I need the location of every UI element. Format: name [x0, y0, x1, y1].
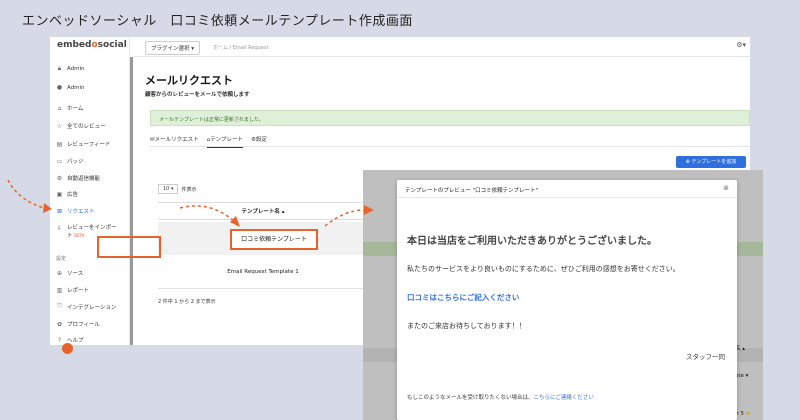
feed-icon: ▤: [56, 140, 63, 148]
email-paragraph: 私たちのサービスをより良いものにするために、ぜひご利用の感想をお寄せください。: [407, 265, 680, 273]
sidebar-item-admin-user[interactable]: ● Admin: [56, 84, 85, 91]
email-signature: スタッフ一同: [686, 353, 725, 361]
unsubscribe-text: もしこのようなメールを受け取りたくない場合は、こちらにご連絡ください: [407, 395, 594, 401]
help-icon: ?: [57, 336, 62, 344]
request-highlight-box: [97, 236, 161, 258]
report-icon: ▥: [56, 286, 63, 294]
top-bar: プラグイン選択 ▾ ホーム / Email Request ⚙▾: [133, 37, 750, 57]
star-icon: ★: [745, 411, 751, 417]
page-caption: エンベッドソーシャル 口コミ依頼メールテンプレート作成画面: [22, 14, 413, 29]
per-page-select[interactable]: 10 ▾: [158, 184, 179, 194]
success-alert: メールテンプレートは正常に更新されました。: [150, 110, 750, 126]
close-icon[interactable]: ⊗: [723, 184, 729, 192]
pagination-info: 2 件中 1 から 2 まで表示: [158, 299, 216, 305]
sidebar-item-ads[interactable]: ▣ 広告: [56, 190, 78, 199]
request-icon: ⊠: [56, 207, 63, 215]
badge-icon: ▭: [56, 157, 63, 165]
source-icon: ⊕: [56, 269, 63, 277]
plugin-select-button[interactable]: プラグイン選択 ▾: [145, 41, 201, 55]
ad-icon: ▣: [56, 190, 63, 198]
email-closing: またのご来店お待ちしております！！: [407, 322, 526, 330]
template-preview-modal: テンプレートのプレビュー "口コミ依頼テンプレート" ⊗ 本日は当店をご利用いた…: [397, 180, 737, 420]
orange-marker: [62, 343, 73, 354]
sidebar-item-home[interactable]: ⌂ ホーム: [56, 104, 84, 113]
modal-title: テンプレートのプレビュー "口コミ依頼テンプレート": [405, 188, 538, 194]
backdrop-text: ate ▾: [735, 373, 749, 379]
review-link[interactable]: 口コミはこちらにご記入ください: [407, 292, 519, 303]
beta-badge: BETA: [74, 233, 85, 238]
sidebar-item-badge[interactable]: ▭ バッジ: [56, 157, 84, 166]
sidebar-item-review-feed[interactable]: ▤ レビューフィード: [56, 140, 111, 149]
sidebar-item-report[interactable]: ▥ レポート: [56, 286, 89, 295]
page-title: メールリクエスト: [145, 74, 233, 87]
sidebar-item-source[interactable]: ⊕ ソース: [56, 269, 83, 278]
table-header-template-name[interactable]: テンプレート名 ▴: [158, 202, 368, 220]
breadcrumb[interactable]: ホーム / Email Request: [213, 44, 269, 51]
sidebar-item-all-reviews[interactable]: ☆ 全てのレビュー: [56, 122, 106, 131]
modal-divider: [397, 197, 737, 198]
auto-reply-icon: ⚙︎: [56, 174, 63, 182]
user-icon: ●: [56, 84, 63, 91]
gear-icon[interactable]: ⚙▾: [736, 41, 746, 49]
star-icon: ☆: [56, 122, 63, 130]
sidebar-item-request[interactable]: ⊠ リクエスト: [56, 207, 95, 216]
profile-icon: ✿: [56, 320, 63, 328]
sidebar: embedosocial 🔒︎ Admin ● Admin ⌂ ホーム ☆ 全てのレビュ…: [50, 37, 130, 345]
sidebar-item-integration[interactable]: ⤧ インテグレーション: [56, 303, 116, 311]
per-page-label: 件表示: [181, 186, 197, 193]
add-template-button[interactable]: ⊕ テンプレートを追加: [676, 156, 746, 168]
sidebar-item-profile[interactable]: ✿ プロフィール: [56, 320, 100, 329]
lock-icon: 🔒︎: [57, 65, 62, 72]
page-subtitle: 顧客からのレビューをメールで依頼します: [145, 92, 250, 98]
sidebar-scrollbar[interactable]: [130, 57, 133, 345]
table-row[interactable]: Email Request Template 1: [158, 256, 368, 289]
per-page-control: 10 ▾ 件表示: [158, 184, 197, 194]
tabs-divider: [150, 146, 750, 147]
unsubscribe-link[interactable]: こちらにご連絡ください: [534, 395, 594, 401]
home-icon: ⌂: [57, 104, 62, 112]
template-name-highlight[interactable]: 口コミ依頼テンプレート: [230, 229, 318, 250]
sidebar-item-auto-reply[interactable]: ⚙︎ 自動返信機能: [56, 174, 100, 183]
backdrop-text: ir 5 ★: [735, 411, 751, 417]
logo: embedosocial: [57, 40, 127, 50]
email-heading: 本日は当店をご利用いただきありがとうございました。: [407, 236, 657, 247]
sidebar-item-admin[interactable]: 🔒︎ Admin: [56, 65, 85, 73]
import-icon: ⇩: [56, 225, 63, 232]
sidebar-section-settings: 設定: [56, 256, 67, 262]
integration-icon: ⤧: [57, 303, 62, 310]
arrow-to-request: [7, 179, 45, 209]
